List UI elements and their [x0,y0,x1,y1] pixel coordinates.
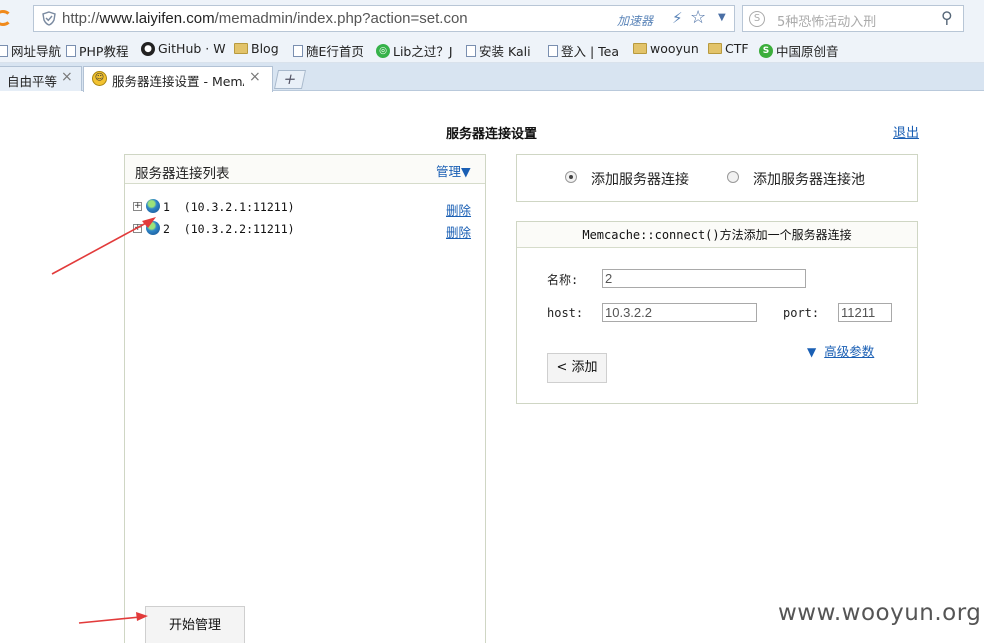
form-header: Memcache::connect()方法添加一个服务器连接 [517,222,917,248]
bookmark-label: wooyun [650,41,699,56]
bookmark-label: Lib之过？J [393,44,453,59]
bookmark-label: 安装 Kali [479,44,531,59]
bookmark-item[interactable]: ● GitHub · W [141,41,226,56]
page-title: 服务器连接设置 [446,127,538,142]
expand-icon[interactable]: + [133,224,142,233]
server-entry-text[interactable]: 2 (10.3.2.2:11211) [163,222,295,236]
bookmark-item[interactable]: S 中国原创音 [759,41,839,60]
bookmark-item[interactable]: 登入 | Tea [548,41,619,60]
tab-active[interactable]: ☺ 服务器连接设置 - MemA × [83,66,273,92]
search-input[interactable]: S 5种恐怖活动入刑 ⚲ [742,5,964,32]
radio-add-server-label[interactable]: 添加服务器连接 [591,169,689,189]
server-list-title: 服务器连接列表 [135,166,230,182]
close-icon[interactable]: × [61,69,73,85]
watermark: www.wooyun.org [778,600,982,626]
doc-icon [0,44,8,57]
bookmark-label: CTF [725,41,749,56]
bookmark-label: 登入 | Tea [561,44,620,59]
browser-logo-icon[interactable] [0,10,12,26]
round-green-icon: S [759,43,773,58]
bookmark-item[interactable]: 网址导航 [0,41,61,60]
globe-icon [146,221,160,235]
bookmark-label: 中国原创音 [776,44,839,59]
doc-icon [548,44,558,57]
new-tab-button[interactable]: + [273,70,307,89]
star-icon[interactable]: ☆ [690,7,706,28]
memadmin-favicon-icon: ☺ [92,71,107,86]
advanced-params-toggle[interactable]: ▼ 高级参数 [807,341,874,360]
delete-link[interactable]: 删除 [446,222,471,241]
round-green-icon: ◎ [376,43,390,58]
bookmark-label: 随E行首页 [306,44,364,59]
host-label: host: [547,306,584,320]
radio-add-server[interactable] [565,171,577,183]
bookmark-label: GitHub · W [158,41,226,56]
expand-icon[interactable]: + [133,202,142,211]
close-icon[interactable]: × [249,69,261,85]
bookmark-item[interactable]: 随E行首页 [293,41,364,60]
search-placeholder: 5种恐怖活动入刑 [777,15,877,30]
bookmark-label: 网址导航 [11,44,62,59]
radio-add-pool[interactable] [727,171,739,183]
bookmarks-bar: 网址导航 PHP教程 ● GitHub · W Blog 随E行首页 ◎ Lib之过… [0,37,984,63]
search-engine-icon[interactable]: S [749,11,765,27]
bookmark-item[interactable]: PHP教程 [66,41,128,60]
globe-icon [146,199,160,213]
port-label: port: [783,306,820,320]
server-tree-item[interactable]: + 2 (10.3.2.2:11211) 删除 [133,221,481,241]
advanced-params-link[interactable]: 高级参数 [824,344,874,359]
bookmark-item[interactable]: CTF [708,41,749,56]
name-label: 名称: [547,273,579,287]
tab-inactive[interactable]: 自由平等 × [0,66,82,91]
bookmark-item[interactable]: ◎ Lib之过？J [376,41,453,60]
server-entry-text[interactable]: 1 (10.3.2.1:11211) [163,200,295,214]
folder-icon [708,43,722,54]
url-prefix: http:// [62,10,100,27]
host-input[interactable] [602,303,757,322]
chevron-down-icon[interactable]: ▼ [718,12,726,23]
bookmark-item[interactable]: wooyun [633,41,699,56]
shield-icon [42,11,56,26]
tab-label: 自由平等 [7,74,58,89]
manage-dropdown[interactable]: 管理▼ [436,161,471,180]
start-manage-button[interactable]: 开始管理 [145,606,245,643]
server-list-panel: 服务器连接列表 管理▼ + 1 (10.3.2.1:11211) 删除 + 2 … [124,154,486,643]
bookmark-label: PHP教程 [79,44,129,59]
github-icon: ● [141,41,155,56]
folder-icon [234,43,248,54]
tab-label: 服务器连接设置 - MemA [112,74,244,89]
triangle-down-icon: ▼ [807,345,817,359]
url-text[interactable]: http://www.laiyifen.com/memadmin/index.p… [62,10,468,27]
connection-mode-panel: 添加服务器连接 添加服务器连接池 [516,154,918,202]
port-input[interactable] [838,303,892,322]
add-server-form: Memcache::connect()方法添加一个服务器连接 名称: host:… [516,221,918,404]
server-tree-item[interactable]: + 1 (10.3.2.1:11211) 删除 [133,199,481,219]
add-button[interactable]: < 添加 [547,353,607,383]
folder-icon [633,43,647,54]
url-bar[interactable]: http://www.laiyifen.com/memadmin/index.p… [33,5,735,32]
bookmark-label: Blog [251,41,279,56]
doc-icon [466,44,476,57]
radio-add-pool-label[interactable]: 添加服务器连接池 [753,169,865,189]
url-host: www.laiyifen.com [99,10,215,27]
delete-link[interactable]: 删除 [446,200,471,219]
doc-icon [293,44,303,57]
tab-strip: 自由平等 × ☺ 服务器连接设置 - MemA × + [0,63,984,92]
address-bar-row: http://www.laiyifen.com/memadmin/index.p… [0,0,984,37]
accelerator-button[interactable]: 加速器 [617,12,653,29]
name-input[interactable] [602,269,806,288]
url-path: /memadmin/index.php?action=set.con [214,10,468,27]
server-list-header: 服务器连接列表 管理▼ [125,155,485,184]
doc-icon [66,44,76,57]
search-icon[interactable]: ⚲ [941,8,953,27]
bookmark-item[interactable]: 安装 Kali [466,41,531,60]
logout-link[interactable]: 退出 [893,122,919,141]
lightning-icon[interactable]: ⚡ [672,9,683,27]
bookmark-item[interactable]: Blog [234,41,279,56]
